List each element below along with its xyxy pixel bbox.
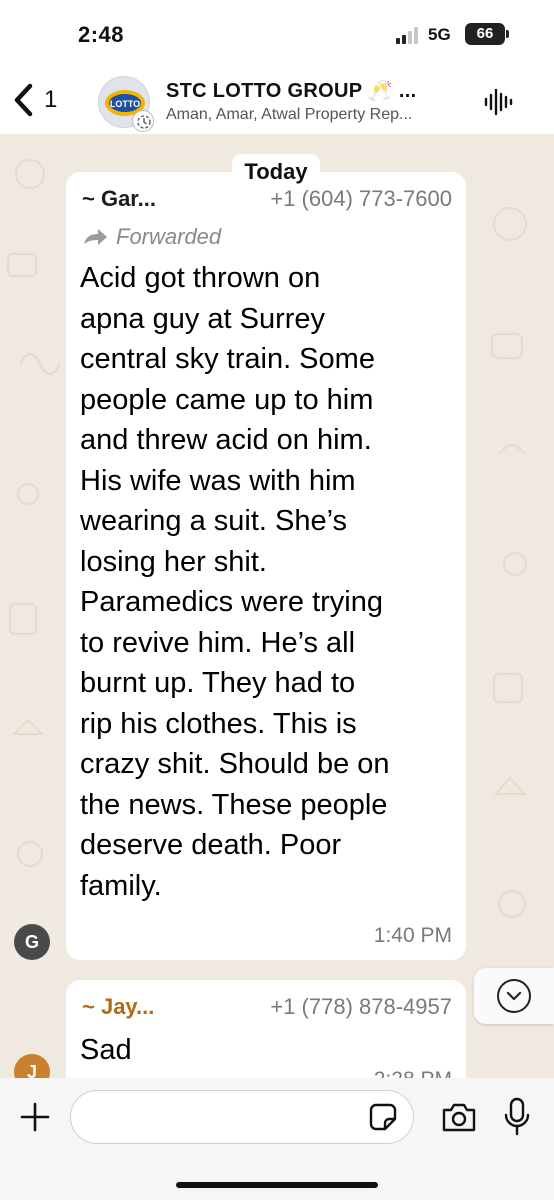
date-chip: Today xyxy=(232,154,320,190)
battery-nub xyxy=(506,30,509,38)
network-label: 5G xyxy=(428,25,451,44)
signal-icon xyxy=(396,26,418,44)
sticker-icon xyxy=(369,1103,397,1131)
chat-header: 1 LOTTO STC LOTTO GROUP 🥂 ... Aman, Amar… xyxy=(0,68,554,134)
forwarded-text: Forwarded xyxy=(116,224,222,249)
sender-line: ~ Jay... +1 (778) 878-4957 xyxy=(82,994,452,1020)
chevron-down-icon xyxy=(497,979,531,1013)
home-indicator xyxy=(176,1182,378,1188)
message-text: Sad xyxy=(80,1034,132,1066)
forward-arrow-icon xyxy=(84,229,107,245)
attach-button[interactable] xyxy=(18,1100,52,1134)
message-bubble[interactable]: ~ Gar... +1 (604) 773-7600 Forwarded Aci… xyxy=(66,172,466,960)
disappearing-timer-icon xyxy=(132,110,154,132)
mic-icon xyxy=(504,1097,530,1136)
plus-icon xyxy=(20,1102,50,1132)
mic-button[interactable] xyxy=(502,1096,532,1138)
sender-avatar[interactable]: G xyxy=(14,924,50,960)
composer-bar xyxy=(0,1078,554,1200)
sender-name[interactable]: ~ Gar... xyxy=(82,186,156,212)
status-bar: 2:48 5G 66 xyxy=(0,0,554,68)
message-time: 1:40 PM xyxy=(373,924,452,947)
sender-name[interactable]: ~ Jay... xyxy=(82,994,154,1020)
message-text: Acid got thrown on apna guy at Surrey ce… xyxy=(80,262,390,902)
back-button[interactable]: 1 xyxy=(12,80,82,120)
camera-icon xyxy=(442,1103,476,1132)
status-time: 2:48 xyxy=(78,22,125,47)
message-bubble[interactable]: ~ Jay... +1 (778) 878-4957 Sad 2:28 PM xyxy=(66,980,466,1078)
message-input[interactable] xyxy=(70,1090,414,1144)
sticker-button[interactable] xyxy=(368,1102,398,1132)
group-members[interactable]: Aman, Amar, Atwal Property Rep... xyxy=(166,106,412,124)
message-time: 2:28 PM xyxy=(374,1068,452,1078)
svg-text:LOTTO: LOTTO xyxy=(110,99,140,109)
camera-button[interactable] xyxy=(440,1100,478,1134)
back-chevron-icon xyxy=(14,83,33,117)
sender-phone[interactable]: +1 (778) 878-4957 xyxy=(270,994,452,1020)
voice-call-button[interactable] xyxy=(482,86,514,118)
chat-area[interactable]: ~ Gar... +1 (604) 773-7600 Forwarded Aci… xyxy=(0,134,554,1078)
scroll-to-bottom-button[interactable] xyxy=(474,968,554,1024)
back-unread-count: 1 xyxy=(44,86,58,113)
group-title[interactable]: STC LOTTO GROUP 🥂 ... xyxy=(166,78,416,103)
battery-icon: 66 xyxy=(465,23,505,45)
voice-call-icon xyxy=(484,88,513,116)
forwarded-label: Forwarded xyxy=(82,224,221,250)
